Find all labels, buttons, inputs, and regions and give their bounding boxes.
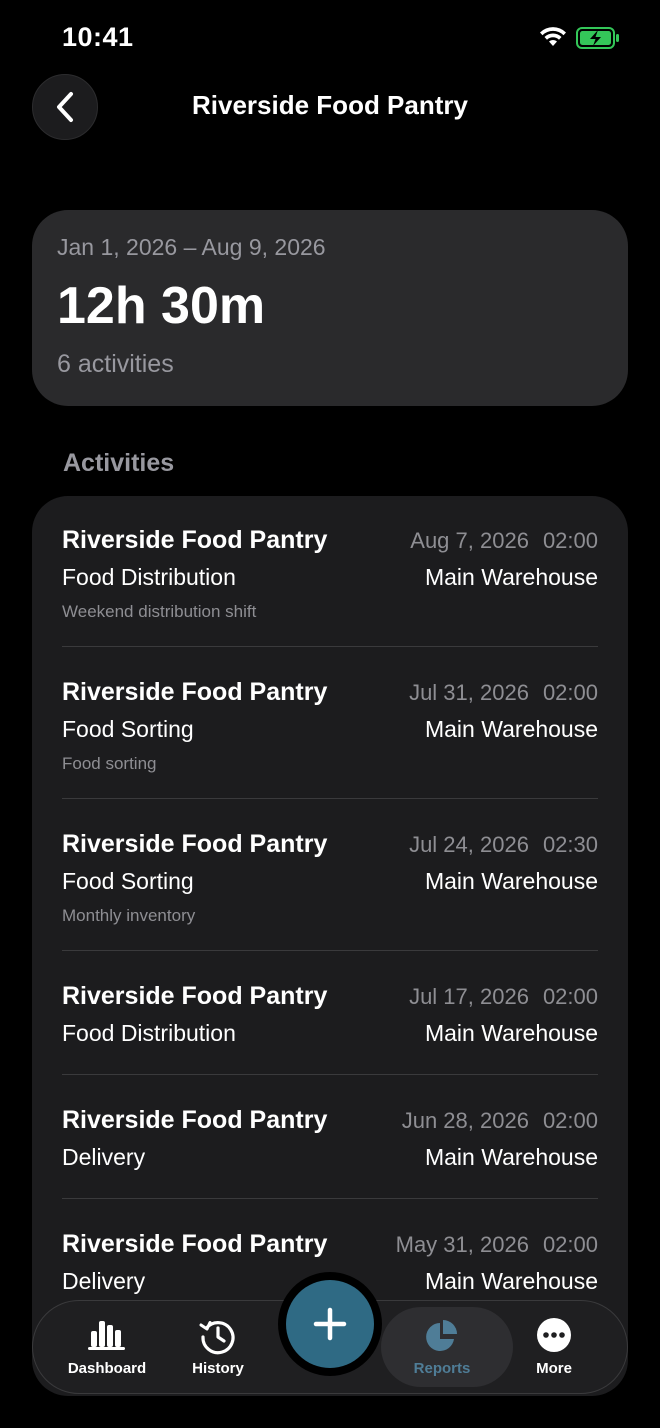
activity-duration: 02:00 [542,680,598,705]
activity-duration: 02:00 [542,1232,598,1257]
tab-label: More [536,1360,572,1377]
tab-label: Reports [413,1360,471,1377]
activity-duration: 02:30 [542,832,598,857]
activity-datetime: Jul 31, 2026 02:00 [409,680,598,706]
activity-note: Monthly inventory [62,906,196,925]
divider [62,950,598,951]
activity-organization: Riverside Food Pantry [62,678,328,706]
activities-list: Riverside Food Pantry Food Distribution … [32,496,628,1396]
activity-location: Main Warehouse [424,564,598,590]
activity-organization: Riverside Food Pantry [62,1230,328,1258]
total-time: 12h 30m [57,277,266,335]
activity-location: Main Warehouse [424,1268,598,1294]
summary-card: Jan 1, 2026 – Aug 9, 2026 12h 30m 6 acti… [32,210,628,406]
pie-chart-icon [426,1320,457,1351]
tab-dashboard[interactable]: Dashboard [52,1301,162,1393]
activities-header: Activities [63,449,175,477]
activity-date: Jul 31, 2026 [409,680,529,705]
wifi-icon [540,27,566,46]
plus-icon [313,1307,347,1341]
tab-history[interactable]: History [163,1301,273,1393]
bar-chart-icon [88,1321,125,1350]
activity-date: Jul 24, 2026 [409,832,529,857]
battery-icon [576,27,619,49]
activity-type: Food Sorting [62,868,194,894]
activity-organization: Riverside Food Pantry [62,982,328,1010]
tab-reports[interactable]: Reports [381,1301,513,1393]
status-time: 10:41 [62,22,134,52]
activity-organization: Riverside Food Pantry [62,1106,328,1134]
divider [62,646,598,647]
activity-date: May 31, 2026 [395,1232,529,1257]
activity-note: Food sorting [62,754,157,773]
tab-label: History [192,1360,244,1377]
tab-label: Dashboard [67,1360,147,1377]
activity-date: Aug 7, 2026 [410,528,529,553]
divider [62,798,598,799]
activity-type: Delivery [62,1268,146,1294]
activity-note: Weekend distribution shift [62,602,257,621]
activity-datetime: May 31, 2026 02:00 [396,1232,598,1258]
add-activity-button[interactable] [286,1280,374,1368]
activity-location: Main Warehouse [424,1144,598,1170]
activity-datetime: Jun 28, 2026 02:00 [402,1108,598,1134]
activity-location: Main Warehouse [424,716,598,742]
activity-type: Food Sorting [62,716,194,742]
page-title: Riverside Food Pantry [192,90,468,120]
activity-type: Food Distribution [62,564,236,590]
divider [62,1198,598,1199]
activity-datetime: Jul 24, 2026 02:30 [409,832,598,858]
more-icon [537,1318,571,1352]
activity-duration: 02:00 [542,984,598,1009]
activity-organization: Riverside Food Pantry [62,526,328,554]
activity-location: Main Warehouse [424,868,598,894]
activity-organization: Riverside Food Pantry [62,830,328,858]
history-icon [199,1321,235,1355]
activity-duration: 02:00 [542,528,598,553]
activity-date: Jun 28, 2026 [401,1108,529,1133]
activity-duration: 02:00 [542,1108,598,1133]
activity-date: Jul 17, 2026 [409,984,529,1009]
activity-location: Main Warehouse [424,1020,598,1046]
tab-more[interactable]: More [499,1301,609,1393]
date-range: Jan 1, 2026 – Aug 9, 2026 [57,234,326,260]
activity-count: 6 activities [57,350,174,378]
activity-type: Delivery [62,1144,146,1170]
activity-datetime: Jul 17, 2026 02:00 [409,984,598,1010]
activity-type: Food Distribution [62,1020,236,1046]
divider [62,1074,598,1075]
activity-datetime: Aug 7, 2026 02:00 [410,528,598,554]
status-bar: 10:41 [0,0,660,80]
